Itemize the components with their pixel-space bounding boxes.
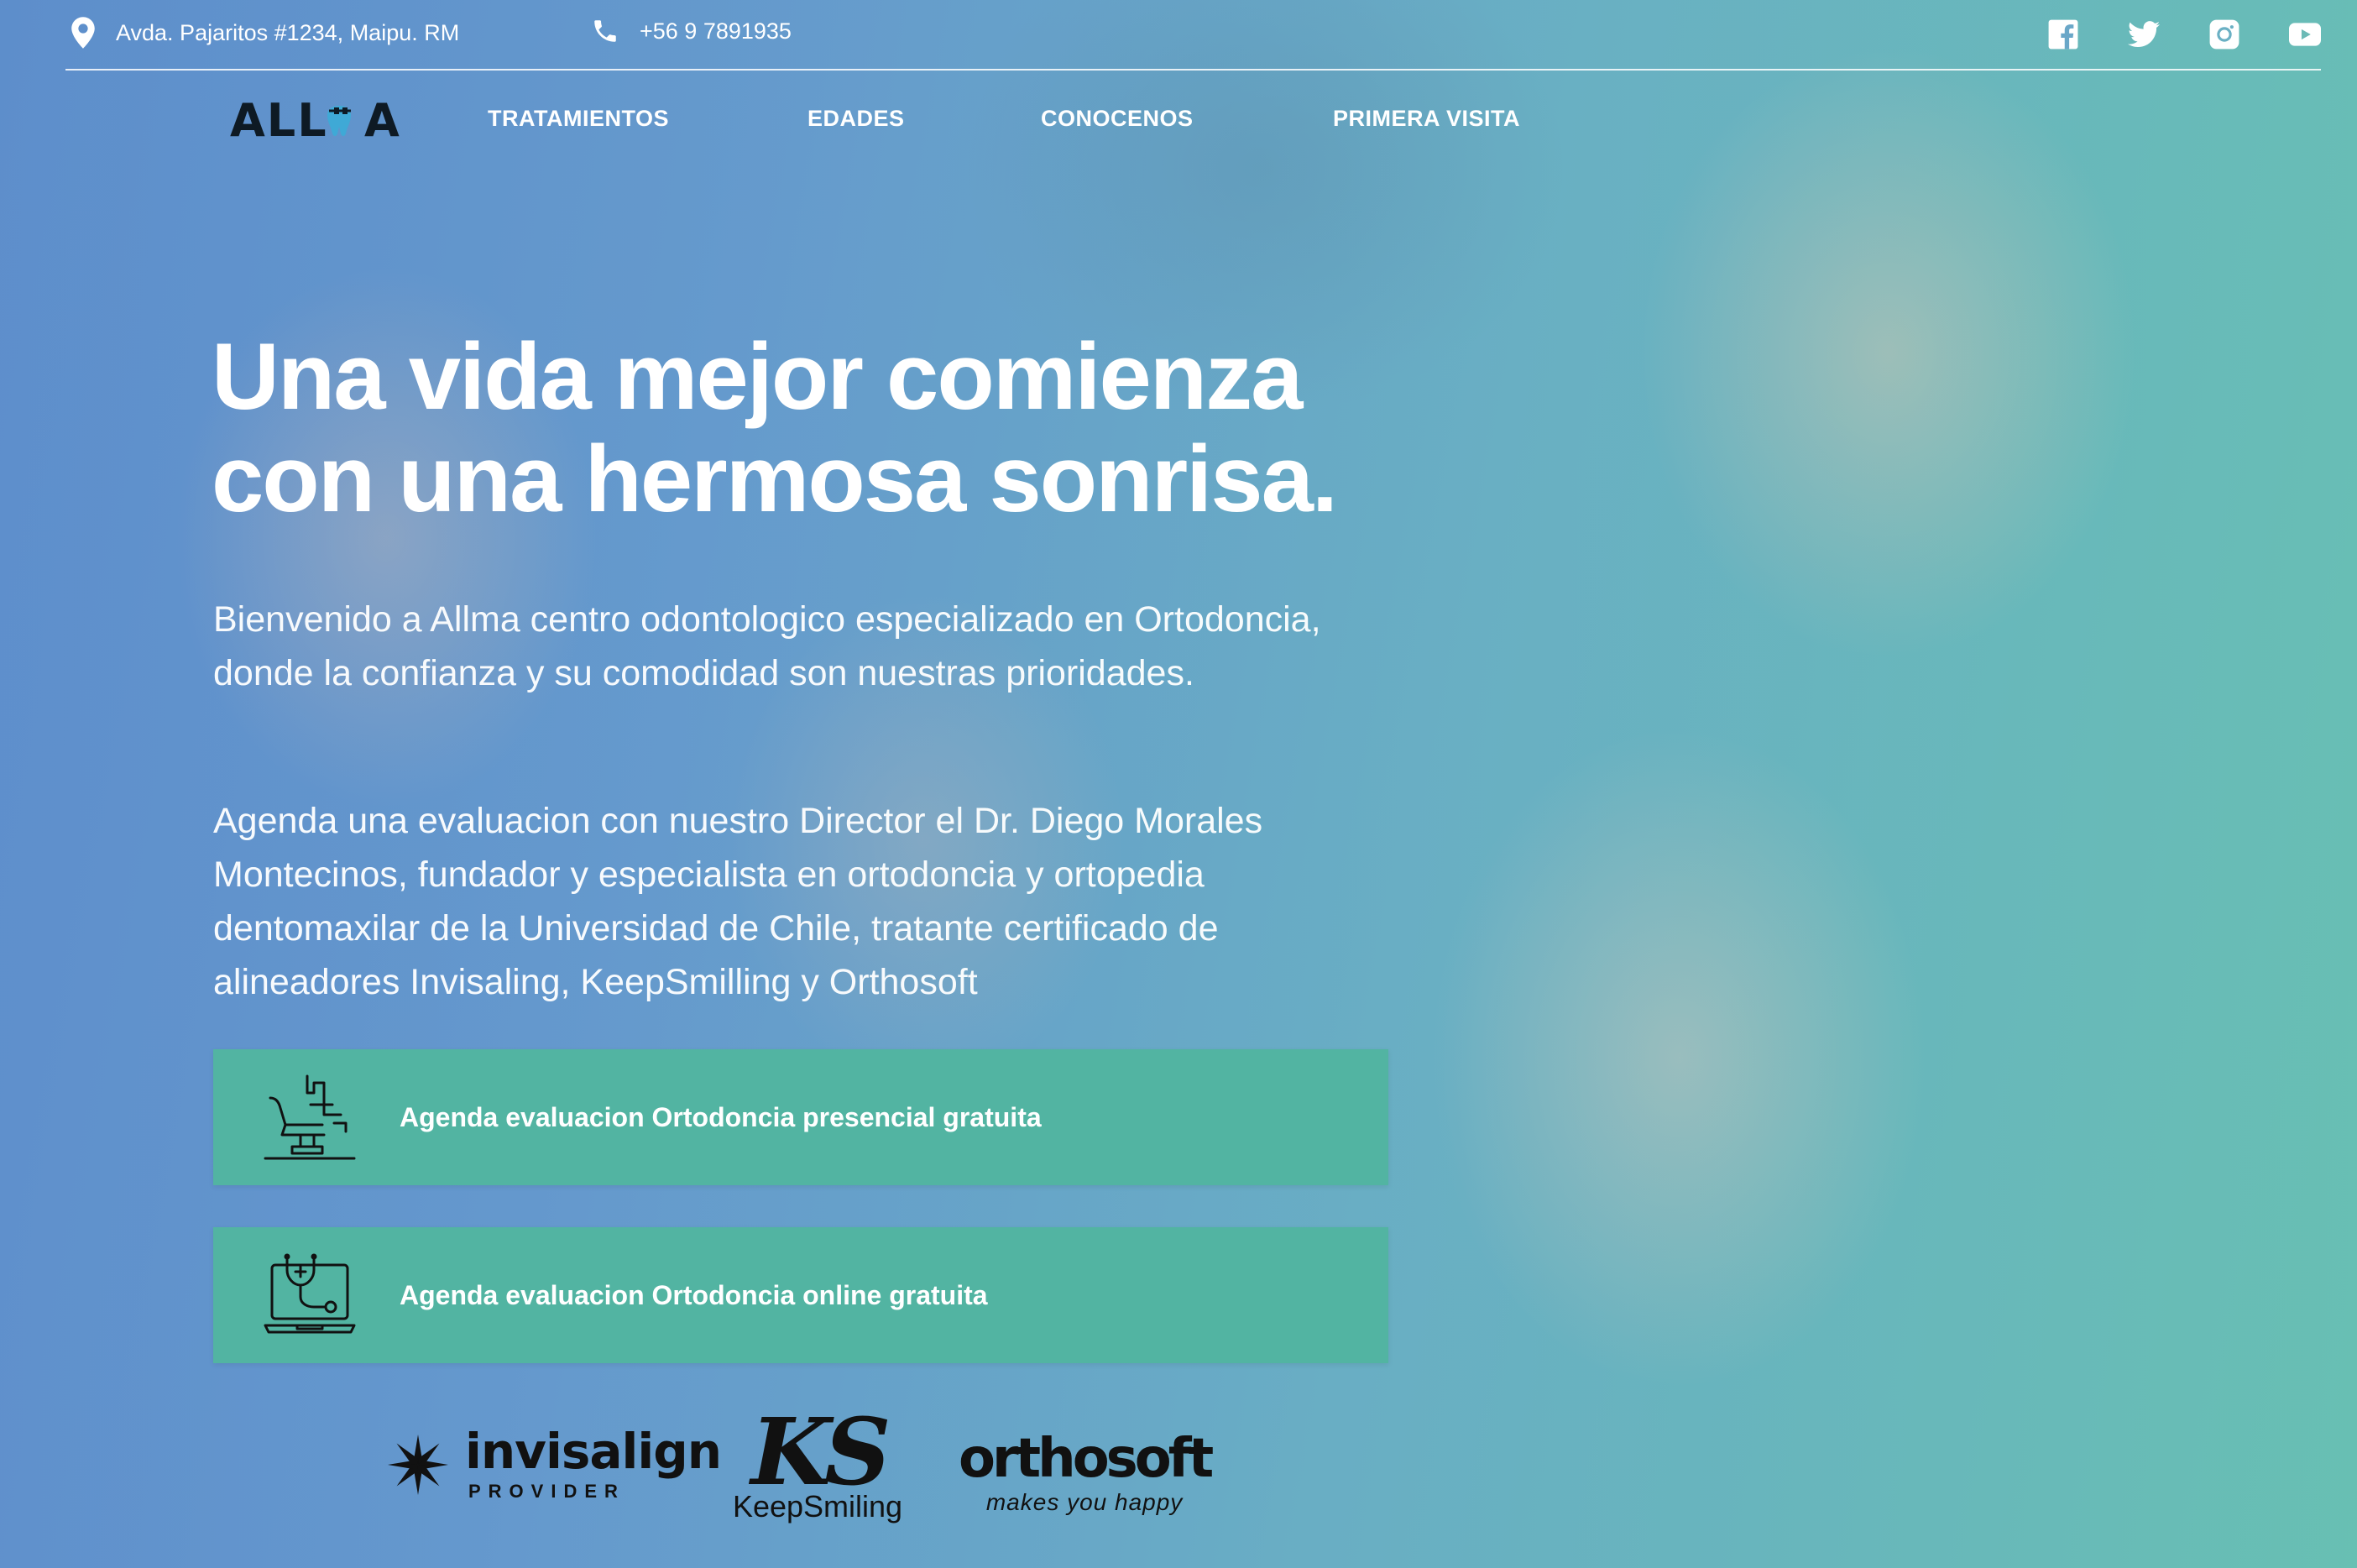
top-bar: Avda. Pajaritos #1234, Maipu. RM +56 9 7… xyxy=(65,0,2321,71)
phone-icon xyxy=(594,20,616,42)
phone[interactable]: +56 9 7891935 xyxy=(591,17,792,45)
keepsmiling-mark: KS xyxy=(750,1398,891,1506)
nav-primera-visita[interactable]: PRIMERA VISITA xyxy=(1333,106,1520,132)
invisalign-logo: invisalign PROVIDER xyxy=(384,1423,722,1503)
cta-online-label: Agenda evaluacion Ortodoncia online grat… xyxy=(400,1279,988,1310)
instagram-icon[interactable] xyxy=(2208,18,2240,50)
cta-presencial-button[interactable]: Agenda evaluacion Ortodoncia presencial … xyxy=(213,1049,1388,1185)
keepsmiling-logo: KS KeepSmiling xyxy=(725,1398,910,1524)
hero-director-text: Agenda una evaluacion con nuestro Direct… xyxy=(213,801,1263,1002)
dental-chair-icon xyxy=(264,1071,356,1163)
hero-headline-line1: Una vida mejor comienza xyxy=(212,324,1303,429)
social-links xyxy=(2047,18,2321,50)
address-text: Avda. Pajaritos #1234, Maipu. RM xyxy=(116,19,460,45)
youtube-icon[interactable] xyxy=(2289,18,2321,50)
twitter-icon[interactable] xyxy=(2128,18,2160,50)
keepsmiling-name: KeepSmiling xyxy=(732,1489,903,1524)
hero-headline: Una vida mejor comienza con una hermosa … xyxy=(212,326,1471,531)
online-consult-icon xyxy=(264,1249,356,1341)
orthosoft-tagline: makes you happy xyxy=(985,1489,1184,1515)
nav-edades[interactable]: EDADES xyxy=(807,106,905,132)
svg-text:A: A xyxy=(364,94,400,146)
allma-logo[interactable]: ALL A xyxy=(230,91,416,146)
invisalign-sub: PROVIDER xyxy=(468,1481,625,1502)
cta-presencial-label: Agenda evaluacion Ortodoncia presencial … xyxy=(400,1101,1042,1132)
invisalign-star-icon xyxy=(388,1435,448,1495)
address: Avda. Pajaritos #1234, Maipu. RM xyxy=(71,17,459,49)
hero-welcome-text: Bienvenido a Allma centro odontologico e… xyxy=(213,599,1321,693)
nav-tratamientos[interactable]: TRATAMIENTOS xyxy=(488,106,669,132)
cta-online-button[interactable]: Agenda evaluacion Ortodoncia online grat… xyxy=(213,1227,1388,1363)
svg-text:ALL: ALL xyxy=(230,94,328,146)
invisalign-name: invisalign xyxy=(465,1423,722,1480)
facebook-icon[interactable] xyxy=(2047,18,2079,50)
orthosoft-logo: orthosoft makes you happy xyxy=(959,1428,1214,1516)
hero-headline-line2: con una hermosa sonrisa. xyxy=(212,426,1338,531)
phone-text: +56 9 7891935 xyxy=(640,18,792,44)
allma-logo-mark: ALL A xyxy=(230,94,400,146)
orthosoft-name: orthosoft xyxy=(959,1428,1214,1490)
location-pin-icon xyxy=(71,17,95,49)
nav-conocenos[interactable]: CONOCENOS xyxy=(1041,106,1194,132)
